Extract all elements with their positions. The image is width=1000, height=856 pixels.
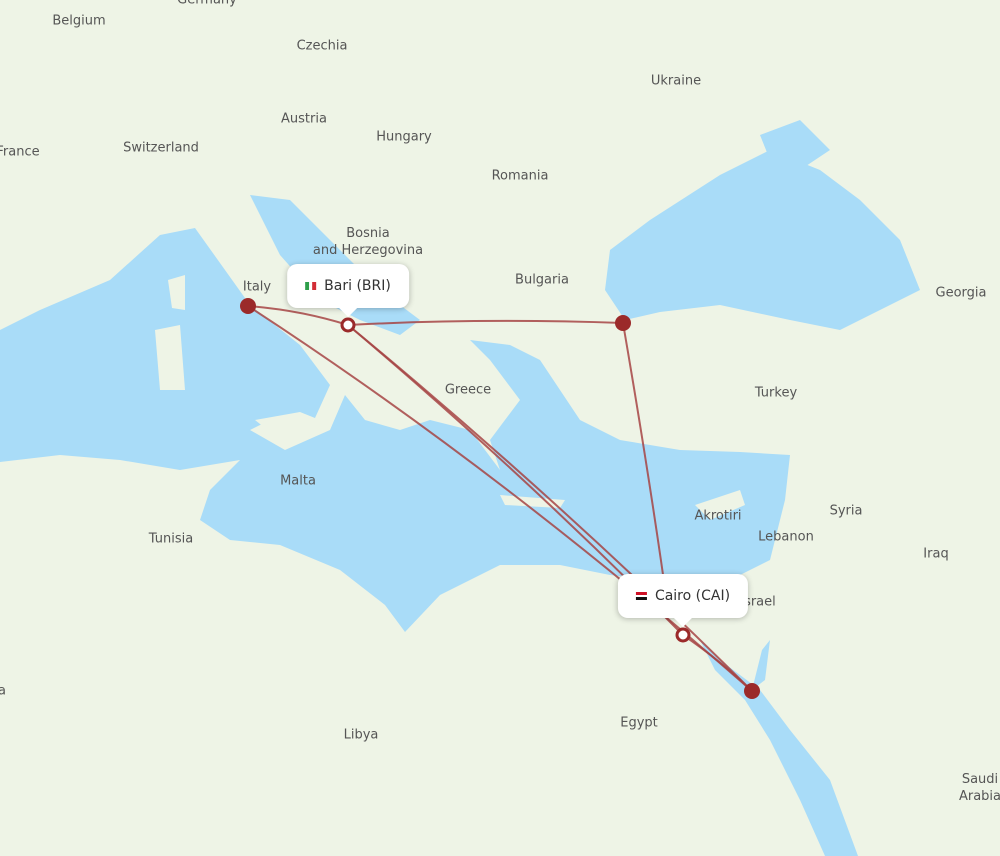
label-belgium: Belgium xyxy=(52,13,106,29)
label-greece: Greece xyxy=(444,382,492,398)
origin-callout[interactable]: Bari (BRI) xyxy=(287,264,409,317)
label-ukraine: Ukraine xyxy=(650,73,702,89)
label-syria: Syria xyxy=(829,503,863,519)
black-sea xyxy=(605,150,920,330)
label-austria: Austria xyxy=(281,111,327,127)
label-switzerland: Switzerland xyxy=(123,140,199,156)
label-turkey: Turkey xyxy=(754,385,798,401)
airport-cairo xyxy=(675,627,691,643)
label-hungary: Hungary xyxy=(376,129,432,145)
label-lebanon: Lebanon xyxy=(758,529,814,545)
label-malta: Malta xyxy=(280,473,316,489)
label-iraq: Iraq xyxy=(923,546,949,562)
label-germany: Germany xyxy=(177,0,237,8)
label-libya: Libya xyxy=(343,727,379,743)
destination-callout[interactable]: Cairo (CAI) xyxy=(617,574,749,627)
label-egypt: Egypt xyxy=(620,715,658,731)
airport-sharm xyxy=(744,683,760,699)
map-base xyxy=(0,120,920,856)
red-sea xyxy=(700,640,858,856)
gulf-of-aqaba xyxy=(752,640,770,690)
route-map[interactable]: Belgium Germany Czechia Ukraine Austria … xyxy=(0,0,1000,856)
origin-label: Bari (BRI) xyxy=(324,278,391,294)
airport-bari xyxy=(340,317,356,333)
label-france: France xyxy=(0,144,40,160)
label-tunisia: Tunisia xyxy=(148,531,194,547)
label-czechia: Czechia xyxy=(296,38,348,54)
label-georgia: Georgia xyxy=(935,285,987,301)
label-bulgaria: Bulgaria xyxy=(515,272,569,288)
label-italy: Italy xyxy=(242,279,272,295)
destination-label: Cairo (CAI) xyxy=(654,588,731,604)
label-romania: Romania xyxy=(491,168,549,184)
label-akrotiri: Akrotiri xyxy=(694,508,742,524)
label-saudi-arabia: Saudi Arabia xyxy=(958,772,1000,804)
egypt-flag-icon xyxy=(635,592,647,601)
label-bosnia: Bosnia and Herzegovina xyxy=(312,226,424,258)
seas xyxy=(0,120,920,856)
italy-flag-icon xyxy=(305,282,317,290)
label-algeria: a xyxy=(0,683,6,699)
sardinia xyxy=(155,325,185,390)
airport-istanbul xyxy=(615,315,631,331)
airport-rome xyxy=(240,298,256,314)
